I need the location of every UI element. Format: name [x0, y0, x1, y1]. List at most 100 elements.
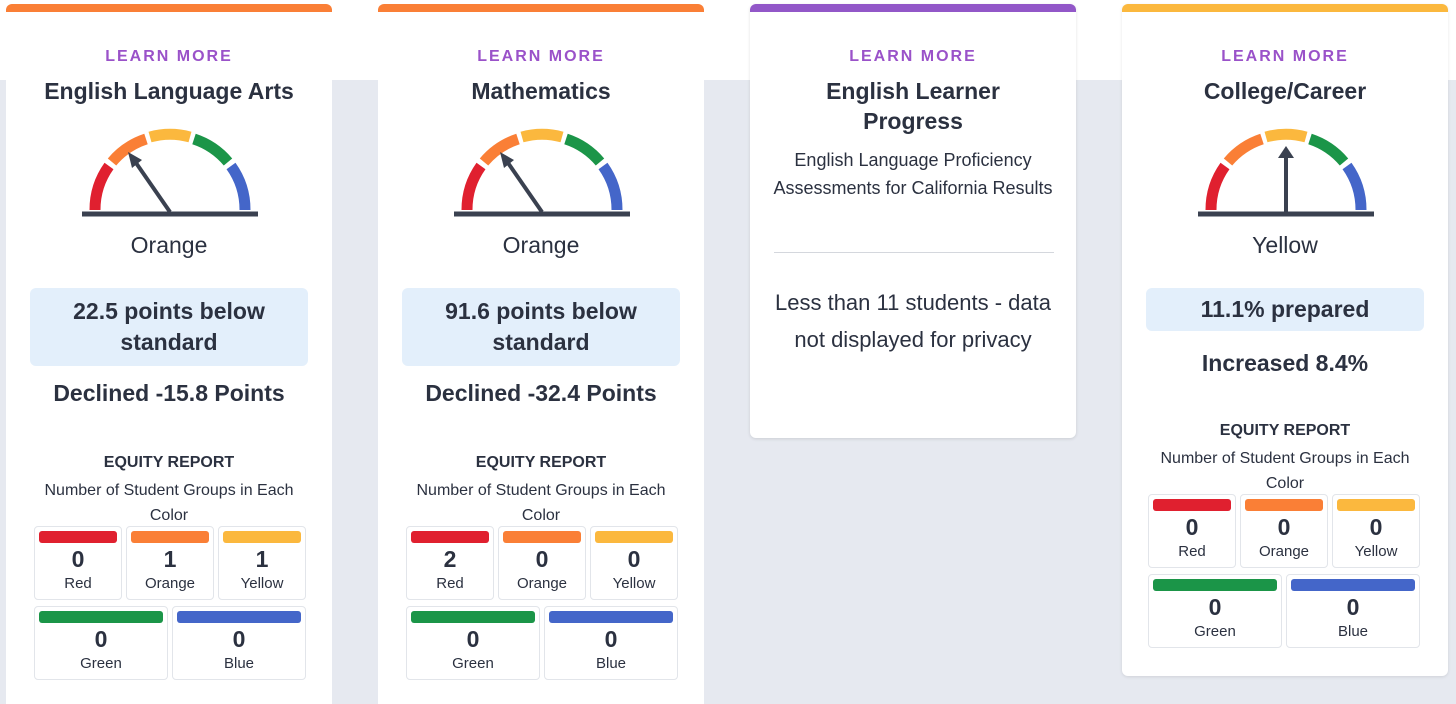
color-bar-green	[39, 611, 163, 623]
card-accent-bar	[750, 4, 1076, 12]
gauge-segment-orange	[479, 133, 520, 166]
color-bar-red	[411, 531, 489, 543]
equity-report-subtitle: Number of Student Groups in Each Color	[1160, 450, 1410, 492]
equity-count-yellow: 1 Yellow	[218, 526, 306, 600]
gauge-segment-orange	[1223, 133, 1264, 166]
change-text: Declined -15.8 Points	[53, 380, 285, 406]
color-bar-yellow	[223, 531, 301, 543]
change-text: Increased 8.4%	[1201, 350, 1369, 376]
gauge-segment-yellow	[148, 128, 192, 143]
count-value: 0	[94, 626, 108, 652]
change-text: Declined -32.4 Points	[425, 380, 657, 406]
count-label: Green	[452, 655, 494, 672]
learn-more-link[interactable]: LEARN MORE	[378, 48, 704, 66]
count-label: Red	[436, 575, 464, 592]
gauge-needle	[132, 158, 172, 214]
count-label: Green	[80, 655, 122, 672]
equity-count-red: 2 Red	[406, 526, 494, 600]
college-career-card: LEARN MORE College/Career Yellow 11.1% p…	[1122, 4, 1448, 676]
color-bar-orange	[131, 531, 209, 543]
card-accent-bar	[378, 4, 704, 12]
equity-count-green: 0 Green	[1148, 574, 1282, 648]
gauge-segment-yellow	[1264, 128, 1308, 143]
count-value: 0	[1208, 594, 1222, 620]
gauge-segment-blue	[226, 162, 251, 211]
equity-report-title: EQUITY REPORT	[1219, 422, 1351, 439]
equity-count-green: 0 Green	[406, 606, 540, 680]
card-accent-bar	[1122, 4, 1448, 12]
count-value: 0	[232, 626, 246, 652]
color-bar-green	[1153, 579, 1277, 591]
equity-count-blue: 0 Blue	[172, 606, 306, 680]
equity-count-yellow: 0 Yellow	[1332, 494, 1420, 568]
gauge-segment-green	[192, 133, 233, 166]
equity-count-red: 0 Red	[34, 526, 122, 600]
count-value: 1	[255, 546, 269, 572]
equity-count-green: 0 Green	[34, 606, 168, 680]
count-label: Yellow	[240, 575, 284, 592]
count-value: 0	[1185, 514, 1199, 540]
count-label: Yellow	[612, 575, 656, 592]
color-bar-red	[1153, 499, 1231, 511]
equity-report-subtitle: Number of Student Groups in Each Color	[44, 482, 294, 524]
elp-card: LEARN MORE English Learner Progress Engl…	[750, 4, 1076, 438]
gauge-segment-green	[564, 133, 605, 166]
count-label: Orange	[1258, 543, 1310, 560]
gauge-segment-blue	[1342, 162, 1367, 211]
gauge-segment-red	[461, 162, 486, 211]
count-value: 0	[627, 546, 641, 572]
color-bar-blue	[177, 611, 301, 623]
count-value: 0	[1346, 594, 1360, 620]
learn-more-link[interactable]: LEARN MORE	[750, 48, 1076, 66]
color-bar-yellow	[1337, 499, 1415, 511]
count-label: Orange	[516, 575, 568, 592]
count-label: Blue	[595, 655, 627, 672]
color-bar-blue	[549, 611, 673, 623]
performance-color-label: Orange	[502, 232, 580, 258]
card-accent-bar	[6, 4, 332, 12]
gauge-needle-tip	[1278, 146, 1294, 158]
performance-color-label: Yellow	[1252, 232, 1318, 258]
count-label: Orange	[144, 575, 196, 592]
color-bar-orange	[503, 531, 581, 543]
color-bar-orange	[1245, 499, 1323, 511]
gauge-segment-green	[1308, 133, 1349, 166]
equity-count-red: 0 Red	[1148, 494, 1236, 568]
equity-count-blue: 0 Blue	[544, 606, 678, 680]
equity-count-blue: 0 Blue	[1286, 574, 1420, 648]
count-value: 1	[163, 546, 177, 572]
equity-count-yellow: 0 Yellow	[590, 526, 678, 600]
card-title: English Language Arts	[44, 78, 294, 104]
performance-color-label: Orange	[130, 232, 208, 258]
gauge-segment-red	[1205, 162, 1230, 211]
status-box: 22.5 points below standard	[30, 288, 308, 366]
color-bar-red	[39, 531, 117, 543]
card-title: College/Career	[1203, 78, 1367, 104]
math-card: LEARN MORE Mathematics Orange 91.6 point…	[378, 4, 704, 704]
count-value: 0	[71, 546, 85, 572]
count-label: Blue	[1337, 623, 1369, 640]
learn-more-link[interactable]: LEARN MORE	[1122, 48, 1448, 66]
performance-gauge-icon	[454, 128, 630, 217]
gauge-needle	[504, 158, 544, 214]
count-label: Green	[1194, 623, 1236, 640]
count-value: 2	[443, 546, 457, 572]
card-title: Mathematics	[471, 78, 611, 104]
status-box: 91.6 points below standard	[402, 288, 680, 366]
performance-gauge-icon	[82, 128, 258, 217]
count-value: 0	[466, 626, 480, 652]
card-title: English Learner Progress	[826, 78, 1000, 134]
learn-more-link[interactable]: LEARN MORE	[6, 48, 332, 66]
equity-count-orange: 0 Orange	[1240, 494, 1328, 568]
count-label: Red	[1178, 543, 1206, 560]
count-label: Blue	[223, 655, 255, 672]
status-box: 11.1% prepared	[1146, 288, 1424, 331]
color-bar-blue	[1291, 579, 1415, 591]
gauge-segment-blue	[598, 162, 623, 211]
gauge-segment-red	[89, 162, 114, 211]
count-value: 0	[1277, 514, 1291, 540]
performance-gauge-icon	[1198, 128, 1374, 217]
privacy-message: Less than 11 students - data not display…	[775, 290, 1051, 352]
card-subtitle: English Language Proficiency Assessments…	[773, 150, 1053, 198]
color-bar-yellow	[595, 531, 673, 543]
